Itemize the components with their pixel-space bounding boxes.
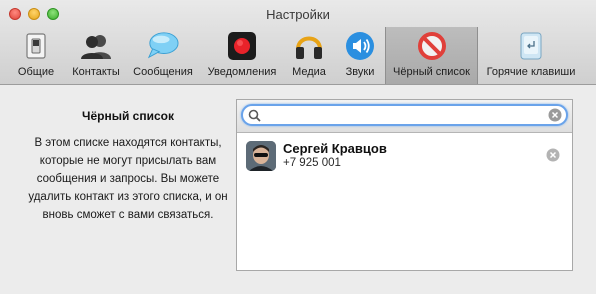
pane-description: В этом списке находятся контакты, которы…	[28, 137, 228, 221]
tab-notifications[interactable]: Уведомления	[202, 27, 282, 84]
tab-general[interactable]: Общие	[8, 27, 64, 84]
tab-general-label: Общие	[17, 66, 55, 78]
list-item[interactable]: Сергей Кравцов +7 925 001	[237, 140, 572, 176]
pane-title: Чёрный список	[82, 109, 174, 123]
headphones-icon	[293, 30, 325, 62]
blacklist-contacts-list: Сергей Кравцов +7 925 001	[236, 99, 573, 271]
blocked-icon	[416, 30, 448, 62]
avatar	[246, 141, 276, 171]
tab-media[interactable]: Медиа	[286, 27, 332, 84]
search-icon	[248, 109, 261, 122]
speech-bubble-icon	[147, 30, 179, 62]
tab-sounds-label: Звуки	[345, 66, 375, 78]
switch-icon	[20, 30, 52, 62]
tab-notifications-label: Уведомления	[207, 66, 277, 78]
preferences-toolbar: Общие Контакты Сообщения Уведомления Мед…	[0, 27, 596, 84]
contacts-icon	[80, 30, 112, 62]
preferences-window: Настройки Общие Контакты Сообщения Уведо…	[0, 0, 596, 294]
blacklist-info-pane: Чёрный список В этом списке находятся ко…	[24, 84, 232, 294]
search-field[interactable]	[241, 104, 568, 126]
tab-media-label: Медиа	[292, 66, 326, 78]
keyboard-key-icon	[515, 30, 547, 62]
tab-blacklist-label: Чёрный список	[393, 66, 470, 78]
title-toolbar: Настройки Общие Контакты Сообщения Уведо…	[0, 0, 596, 85]
search-bar	[237, 100, 572, 133]
record-icon	[226, 30, 258, 62]
tab-messages[interactable]: Сообщения	[128, 27, 198, 84]
contact-phone: +7 925 001	[283, 157, 341, 169]
tab-blacklist[interactable]: Чёрный список	[385, 27, 478, 84]
contact-name: Сергей Кравцов	[283, 141, 387, 156]
remove-contact-icon[interactable]	[546, 148, 560, 162]
tab-contacts-label: Контакты	[72, 66, 120, 78]
search-input[interactable]	[263, 107, 545, 123]
clear-search-icon[interactable]	[548, 108, 562, 122]
speaker-icon	[344, 30, 376, 62]
tab-hotkeys-label: Горячие клавиши	[486, 66, 576, 78]
tab-hotkeys[interactable]: Горячие клавиши	[480, 27, 582, 84]
tab-sounds[interactable]: Звуки	[338, 27, 382, 84]
window-title: Настройки	[266, 7, 330, 22]
tab-contacts[interactable]: Контакты	[66, 27, 126, 84]
tab-messages-label: Сообщения	[133, 66, 193, 78]
